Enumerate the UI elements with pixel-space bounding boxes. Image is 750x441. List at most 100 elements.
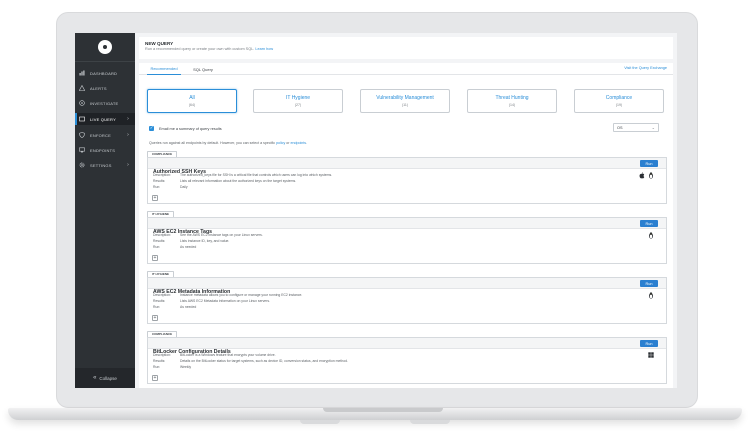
query-header: AWS EC2 Metadata Information Run (148, 278, 666, 295)
page-subtitle: Run a recommended query or create your o… (145, 47, 667, 51)
run-button[interactable]: Run (640, 220, 658, 227)
query-box: AWS EC2 Metadata Information Run Descrip… (147, 277, 667, 324)
page-title: NEW QUERY (145, 41, 174, 46)
category-card-compliance[interactable]: Compliance (19) (574, 89, 664, 113)
dashboard-icon (79, 70, 85, 76)
gear-icon (79, 162, 85, 168)
run-button[interactable]: Run (640, 160, 658, 167)
sidebar-item-dashboard[interactable]: DASHBOARD (75, 67, 135, 79)
email-summary-checkbox[interactable] (149, 125, 154, 131)
query-box: BitLocker Configuration Details Run Desc… (147, 337, 667, 384)
query-body: Description: The authorized_keys file for… (148, 169, 666, 193)
double-chevron-left-icon: « (93, 375, 97, 381)
category-count: (14) (508, 103, 516, 107)
sidebar-item-endpoints[interactable]: ENDPOINTS (75, 144, 135, 156)
query-run-frequency: Daily (180, 185, 188, 189)
query-header: AWS EC2 Instance Tags Run (148, 218, 666, 235)
category-count: (27) (294, 103, 302, 107)
chevron-down-icon: ⌄ (651, 124, 655, 130)
query-card: COMPLIANCE BitLocker Configuration Detai… (147, 331, 667, 384)
category-count: (19) (615, 103, 623, 107)
expand-button[interactable]: + (152, 195, 158, 201)
sidebar-item-label: INVESTIGATE (90, 100, 119, 106)
sidebar-item-label: SETTINGS (90, 162, 112, 168)
endpoints-link[interactable]: endpoints (290, 141, 306, 145)
windows-icon (648, 352, 654, 359)
query-header: BitLocker Configuration Details Run (148, 338, 666, 355)
sidebar-item-label: ENDPOINTS (90, 147, 116, 153)
collapse-button[interactable]: « Collapse (75, 368, 135, 388)
sidebar-divider (75, 61, 135, 62)
linux-icon (648, 232, 654, 239)
policy-link[interactable]: policy (276, 141, 285, 145)
chevron-right-icon: › (127, 116, 129, 122)
expand-button[interactable]: + (152, 315, 158, 321)
run-label: Run: (153, 185, 161, 189)
sidebar-item-investigate[interactable]: INVESTIGATE (75, 97, 135, 109)
sidebar-item-alerts[interactable]: ALERTS (75, 82, 135, 94)
alert-triangle-icon (79, 85, 85, 91)
laptop-foot-left (300, 420, 340, 424)
query-results: Lists all relevant information about the… (180, 179, 297, 183)
sidebar-item-enforce[interactable]: ENFORCE › (75, 129, 135, 141)
category-card-all[interactable]: All (64) (147, 89, 237, 113)
category-name: All (189, 95, 195, 101)
run-label: Run: (153, 365, 161, 369)
notice-or: or (286, 141, 290, 145)
chevron-right-icon: › (127, 162, 129, 168)
sidebar: DASHBOARD ALERTS INVESTIGATE LIVE QUERY … (75, 33, 135, 388)
os-icons (648, 232, 654, 239)
os-filter-select[interactable]: OS ⌄ (613, 123, 659, 132)
sidebar-item-live-query[interactable]: LIVE QUERY › (75, 113, 135, 125)
query-run-frequency: As needed (180, 305, 197, 309)
query-exchange-link[interactable]: Visit the Query Exchange (624, 66, 667, 70)
notice-text: Queries run against all endpoints by def… (149, 141, 276, 145)
category-row: All (64) IT Hygiene (27) Vulnerability M… (147, 89, 667, 117)
expand-button[interactable]: + (152, 375, 158, 381)
query-card: COMPLIANCE Authorized SSH Keys Run Descr… (147, 151, 667, 204)
category-count: (64) (188, 103, 196, 107)
content-area: All (64) IT Hygiene (27) Vulnerability M… (139, 75, 673, 388)
linux-icon (648, 292, 654, 299)
category-card-it-hygiene[interactable]: IT Hygiene (27) (253, 89, 343, 113)
query-run-frequency: Weekly (180, 365, 192, 369)
app-screen: DASHBOARD ALERTS INVESTIGATE LIVE QUERY … (75, 33, 677, 388)
sidebar-item-label: ENFORCE (90, 132, 111, 138)
chevron-right-icon: › (127, 132, 129, 138)
avatar[interactable] (98, 40, 112, 54)
sidebar-item-label: ALERTS (90, 85, 107, 91)
query-body: Description: BitLocker is a Windows featu… (148, 349, 666, 373)
tab-sql-query[interactable]: SQL Query (189, 63, 217, 75)
category-card-threat-hunting[interactable]: Threat Hunting (14) (467, 89, 557, 113)
learn-how-link[interactable]: Learn how (255, 47, 273, 51)
investigate-icon (79, 100, 85, 106)
category-name: IT Hygiene (285, 95, 311, 101)
query-results: Details on the BitLocker status for targ… (180, 359, 348, 363)
run-button[interactable]: Run (640, 340, 658, 347)
sidebar-item-settings[interactable]: SETTINGS › (75, 159, 135, 171)
page-header: NEW QUERY Run a recommended query or cre… (139, 37, 673, 59)
query-card: IT HYGIENE AWS EC2 Metadata Information … (147, 271, 667, 324)
os-filter-value: OS (617, 125, 623, 130)
query-card: IT HYGIENE AWS EC2 Instance Tags Run Des… (147, 211, 667, 264)
os-icons (648, 292, 654, 299)
laptop-notch (323, 408, 443, 412)
sidebar-item-label: LIVE QUERY (90, 116, 116, 122)
category-name: Compliance (605, 95, 633, 101)
os-icons (639, 172, 654, 179)
main-panel: NEW QUERY Run a recommended query or cre… (135, 33, 677, 388)
run-button[interactable]: Run (640, 280, 658, 287)
category-name: Vulnerability Management (376, 95, 434, 101)
category-card-vulnerability-management[interactable]: Vulnerability Management (11) (360, 89, 450, 113)
os-icons (648, 352, 654, 359)
query-body: Description: Instance metadata allows you… (148, 289, 666, 313)
expand-button[interactable]: + (152, 255, 158, 261)
email-summary-label: Email me a summary of query results (159, 126, 222, 131)
target-notice: Queries run against all endpoints by def… (149, 141, 308, 145)
category-count: (11) (402, 103, 408, 107)
sidebar-item-label: DASHBOARD (90, 70, 118, 76)
tab-recommended[interactable]: Recommended (147, 63, 181, 75)
laptop-foot-right (410, 420, 450, 424)
run-label: Run: (153, 245, 161, 249)
live-query-icon (79, 116, 85, 122)
